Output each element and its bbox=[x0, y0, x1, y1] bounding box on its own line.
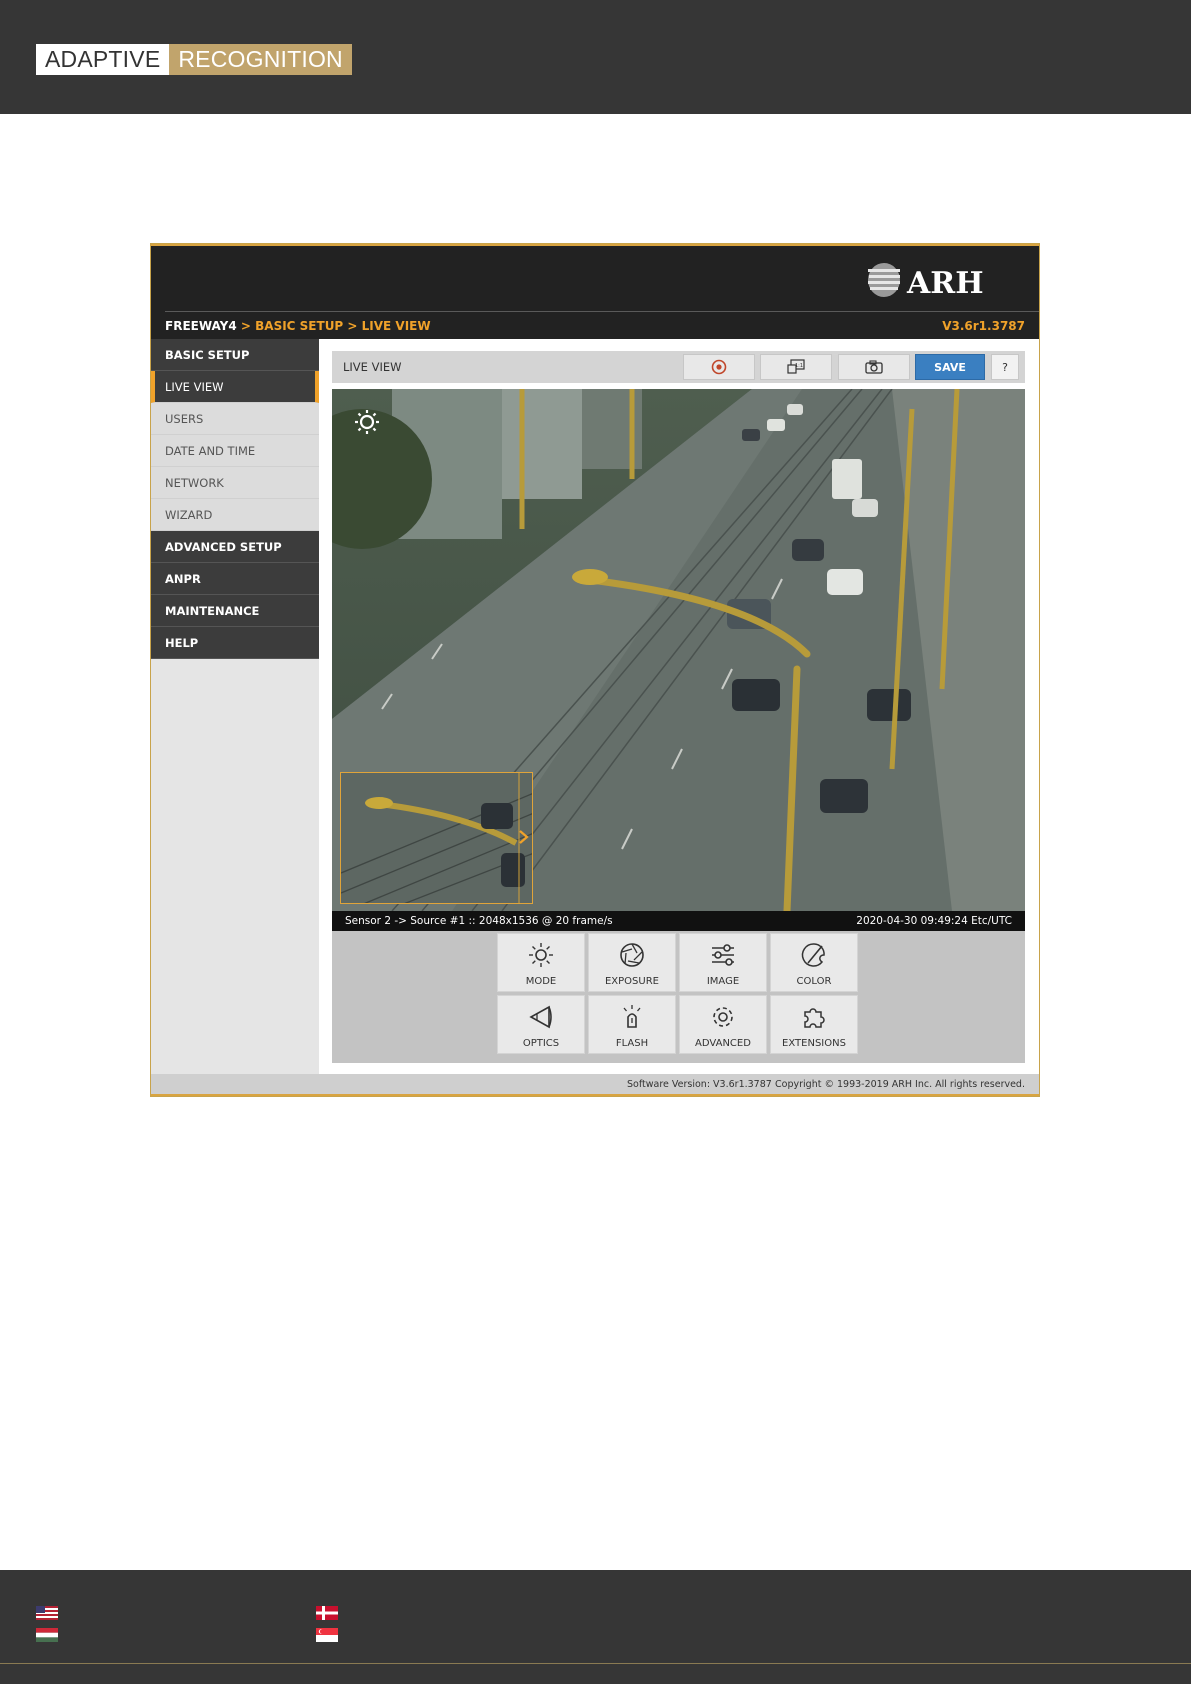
snapshot-button[interactable] bbox=[838, 354, 910, 380]
live-view-toolbar: LIVE VIEW 1:1 SAVE ? bbox=[332, 351, 1025, 383]
exposure-button[interactable]: EXPOSURE bbox=[588, 933, 676, 992]
header-divider bbox=[165, 311, 1039, 312]
app-footer: Software Version: V3.6r1.3787 Copyright … bbox=[151, 1074, 1039, 1096]
zoom-preview[interactable] bbox=[340, 772, 533, 904]
gear-icon bbox=[713, 1007, 733, 1027]
sliders-icon bbox=[712, 944, 734, 966]
copyright: Copyright © 1993-2019 ARH Inc. All right… bbox=[775, 1079, 1025, 1090]
breadcrumb-basic-setup[interactable]: BASIC SETUP bbox=[255, 319, 343, 333]
sidebar-item-live-view[interactable]: LIVE VIEW bbox=[151, 371, 319, 403]
camera-icon bbox=[865, 360, 883, 374]
sidebar: BASIC SETUP LIVE VIEW USERS DATE AND TIM… bbox=[151, 339, 319, 1074]
breadcrumb: FREEWAY4 > BASIC SETUP > LIVE VIEW bbox=[165, 319, 431, 333]
video-timestamp: 2020-04-30 09:49:24 Etc/UTC bbox=[856, 915, 1012, 927]
color-label: COLOR bbox=[796, 976, 832, 987]
us-flag-icon bbox=[36, 1606, 58, 1620]
brightness-icon[interactable] bbox=[354, 409, 380, 435]
optics-button[interactable]: OPTICS bbox=[497, 995, 585, 1054]
chevron-right-icon[interactable] bbox=[518, 829, 530, 845]
advanced-button[interactable]: ADVANCED bbox=[679, 995, 767, 1054]
sidebar-item-help[interactable]: HELP bbox=[151, 627, 319, 659]
software-version: Software Version: V3.6r1.3787 bbox=[627, 1079, 772, 1090]
save-button[interactable]: SAVE bbox=[915, 354, 985, 380]
adaptive-recognition-logo: ADAPTIVE RECOGNITION bbox=[36, 44, 352, 75]
hungary-flag-icon bbox=[36, 1628, 58, 1642]
flash-label: FLASH bbox=[615, 1038, 649, 1049]
logo-word-recognition: RECOGNITION bbox=[169, 44, 352, 75]
resolution-icon: 1:1 bbox=[787, 359, 805, 374]
breadcrumb-separator: > bbox=[236, 319, 256, 333]
breadcrumb-root[interactable]: FREEWAY4 bbox=[165, 319, 237, 333]
app-header: ARH FREEWAY4 > BASIC SETUP > LIVE VIEW V… bbox=[151, 244, 1039, 339]
page-footer bbox=[0, 1570, 1191, 1684]
breadcrumb-live-view: LIVE VIEW bbox=[361, 319, 431, 333]
palette-icon bbox=[801, 943, 825, 967]
sidebar-item-network[interactable]: NETWORK bbox=[151, 467, 319, 499]
sidebar-item-wizard[interactable]: WIZARD bbox=[151, 499, 319, 531]
extensions-label: EXTENSIONS bbox=[782, 1038, 846, 1049]
arh-logo: ARH bbox=[868, 263, 984, 298]
zoom-preview-image bbox=[341, 773, 532, 903]
main-content: LIVE VIEW 1:1 SAVE ? Sensor 2 -> Source … bbox=[319, 339, 1039, 1074]
color-button[interactable]: COLOR bbox=[770, 933, 858, 992]
video-status-bar: Sensor 2 -> Source #1 :: 2048x1536 @ 20 … bbox=[332, 911, 1025, 931]
help-button[interactable]: ? bbox=[991, 354, 1019, 380]
denmark-flag-icon bbox=[316, 1606, 338, 1620]
sidebar-item-date-and-time[interactable]: DATE AND TIME bbox=[151, 435, 319, 467]
record-button[interactable] bbox=[683, 354, 755, 380]
app-window: ARH FREEWAY4 > BASIC SETUP > LIVE VIEW V… bbox=[150, 243, 1040, 1097]
arh-logo-text: ARH bbox=[906, 266, 984, 298]
exposure-label: EXPOSURE bbox=[604, 976, 659, 987]
camera-controls-panel: MODE EXPOSURE IMAGE COLOR OPTICS FLASH A… bbox=[332, 931, 1025, 1063]
singapore-flag-icon bbox=[316, 1628, 338, 1642]
footer-divider bbox=[0, 1663, 1191, 1664]
flash-button[interactable]: FLASH bbox=[588, 995, 676, 1054]
logo-word-adaptive: ADAPTIVE bbox=[36, 44, 170, 75]
sidebar-item-users[interactable]: USERS bbox=[151, 403, 319, 435]
sun-icon bbox=[529, 943, 553, 967]
app-bottom-border bbox=[151, 1094, 1039, 1096]
live-video-feed[interactable] bbox=[332, 389, 1025, 911]
extensions-button[interactable]: EXTENSIONS bbox=[770, 995, 858, 1054]
breadcrumb-separator: > bbox=[343, 319, 362, 333]
image-button[interactable]: IMAGE bbox=[679, 933, 767, 992]
sidebar-item-anpr[interactable]: ANPR bbox=[151, 563, 319, 595]
aperture-icon bbox=[620, 943, 644, 967]
sidebar-item-advanced-setup[interactable]: ADVANCED SETUP bbox=[151, 531, 319, 563]
resolution-button[interactable]: 1:1 bbox=[760, 354, 832, 380]
optics-label: OPTICS bbox=[522, 1038, 560, 1049]
sidebar-item-maintenance[interactable]: MAINTENANCE bbox=[151, 595, 319, 627]
mode-label: MODE bbox=[525, 976, 557, 987]
lens-icon bbox=[529, 1005, 552, 1029]
svg-text:1:1: 1:1 bbox=[795, 363, 803, 369]
puzzle-icon bbox=[804, 1008, 825, 1028]
toolbar-title: LIVE VIEW bbox=[343, 360, 402, 374]
record-icon bbox=[711, 359, 727, 375]
brand-bar: ADAPTIVE RECOGNITION bbox=[0, 0, 1191, 114]
advanced-label: ADVANCED bbox=[695, 1038, 751, 1049]
sidebar-item-basic-setup[interactable]: BASIC SETUP bbox=[151, 339, 319, 371]
sensor-info: Sensor 2 -> Source #1 :: 2048x1536 @ 20 … bbox=[345, 915, 613, 927]
flash-bulb-icon bbox=[623, 1005, 641, 1028]
version-label: V3.6r1.3787 bbox=[942, 319, 1025, 333]
mode-button[interactable]: MODE bbox=[497, 933, 585, 992]
image-label: IMAGE bbox=[706, 976, 740, 987]
